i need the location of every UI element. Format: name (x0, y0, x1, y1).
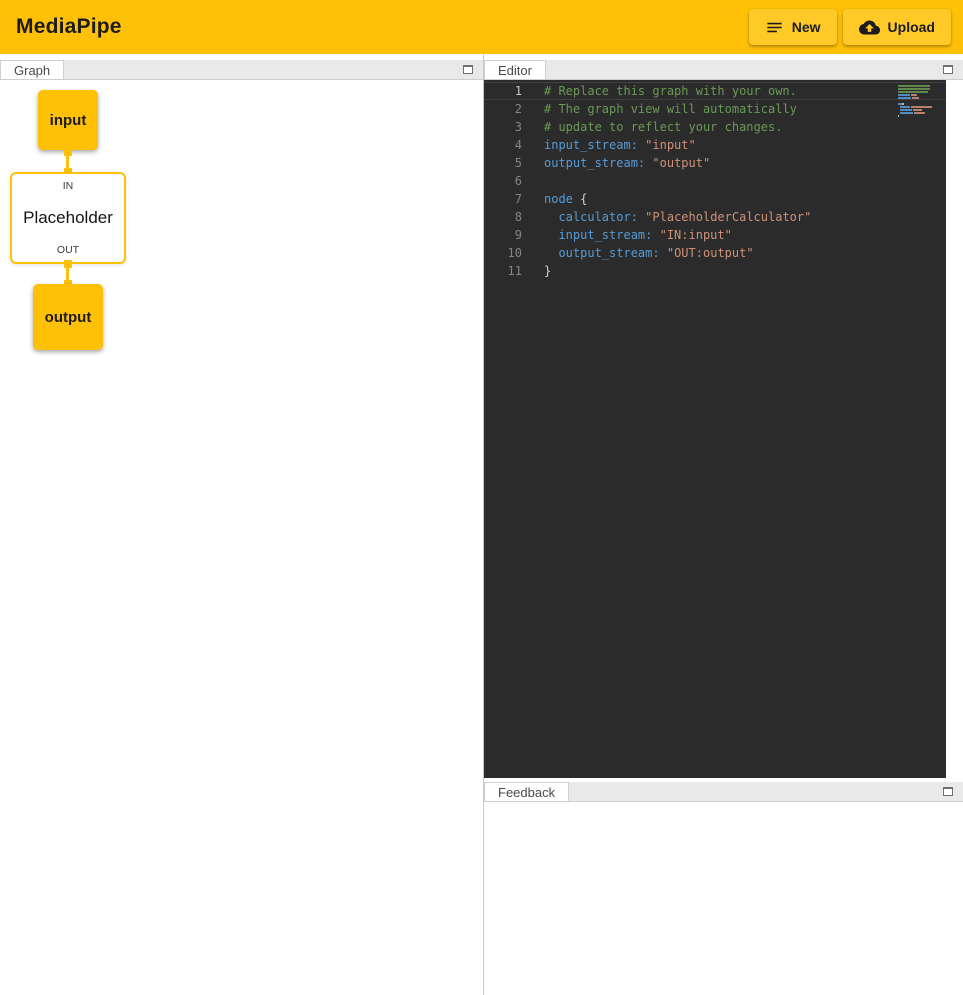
line-number: 7 (484, 190, 522, 208)
code-line[interactable]: 5output_stream: "output" (484, 154, 946, 172)
code-line[interactable]: 4input_stream: "input" (484, 136, 946, 154)
code-text: # update to reflect your changes. (522, 118, 782, 136)
code-text (522, 172, 544, 190)
feedback-panel-tabs: Feedback (484, 782, 963, 802)
line-number: 3 (484, 118, 522, 136)
tab-graph[interactable]: Graph (0, 60, 64, 79)
mediapipe-visualizer-app: MediaPipe New Upload Graph (0, 0, 963, 995)
feedback-expand-button[interactable] (941, 784, 955, 798)
code-text: } (522, 262, 551, 280)
code-text: node { (522, 190, 587, 208)
output-node-label: output (45, 309, 92, 326)
graph-tab-label: Graph (14, 63, 50, 78)
code-lines: 1# Replace this graph with your own.2# T… (484, 82, 946, 280)
line-number: 6 (484, 172, 522, 190)
editor-expand-button[interactable] (941, 62, 955, 76)
line-number: 1 (484, 82, 522, 100)
graph-node-placeholder[interactable]: IN Placeholder OUT (10, 172, 126, 264)
new-button-label: New (792, 19, 821, 35)
code-text: # The graph view will automatically (522, 100, 797, 118)
app-title: MediaPipe (16, 15, 122, 39)
code-line[interactable]: 6 (484, 172, 946, 190)
line-number: 5 (484, 154, 522, 172)
editor-panel: Editor 1# Replace this graph with your o… (484, 60, 963, 778)
line-number: 11 (484, 262, 522, 280)
maximize-icon (463, 65, 473, 74)
code-text: output_stream: "output" (522, 154, 710, 172)
tab-editor[interactable]: Editor (484, 60, 546, 79)
editor-panel-tabs: Editor (484, 60, 963, 80)
input-node-label: input (50, 112, 87, 129)
code-text: input_stream: "IN:input" (522, 226, 732, 244)
graph-canvas[interactable]: input IN Placeholder OUT output (0, 80, 483, 995)
editor-body: 1# Replace this graph with your own.2# T… (484, 80, 963, 778)
maximize-icon (943, 65, 953, 74)
graph-panel-tabs: Graph (0, 60, 483, 80)
code-line[interactable]: 9 input_stream: "IN:input" (484, 226, 946, 244)
editor-minimap[interactable] (898, 85, 938, 118)
line-number: 2 (484, 100, 522, 118)
header-actions: New Upload (749, 9, 951, 45)
upload-button-label: Upload (888, 19, 935, 35)
code-line[interactable]: 7node { (484, 190, 946, 208)
graph-node-input[interactable]: input (38, 90, 98, 150)
right-column: Editor 1# Replace this graph with your o… (484, 54, 963, 995)
graph-node-output[interactable]: output (33, 284, 103, 350)
code-line[interactable]: 11} (484, 262, 946, 280)
new-button[interactable]: New (749, 9, 837, 45)
editor-scrollbar-track[interactable] (946, 80, 963, 778)
code-line[interactable]: 1# Replace this graph with your own. (484, 82, 946, 100)
code-line[interactable]: 3# update to reflect your changes. (484, 118, 946, 136)
placeholder-node-label: Placeholder (23, 208, 113, 228)
graph-panel: Graph input IN Placeholder OUT (0, 54, 484, 995)
code-text: input_stream: "input" (522, 136, 696, 154)
graph-expand-button[interactable] (461, 62, 475, 76)
code-text: output_stream: "OUT:output" (522, 244, 754, 262)
tab-feedback[interactable]: Feedback (484, 782, 569, 801)
code-text: calculator: "PlaceholderCalculator" (522, 208, 811, 226)
feedback-content (484, 802, 963, 995)
main-area: Graph input IN Placeholder OUT (0, 54, 963, 995)
app-header: MediaPipe New Upload (0, 0, 963, 54)
editor-tab-label: Editor (498, 63, 532, 78)
code-line[interactable]: 8 calculator: "PlaceholderCalculator" (484, 208, 946, 226)
placeholder-in-port-label: IN (63, 180, 74, 192)
code-editor[interactable]: 1# Replace this graph with your own.2# T… (484, 80, 946, 778)
feedback-panel: Feedback (484, 782, 963, 995)
line-number: 8 (484, 208, 522, 226)
line-number: 9 (484, 226, 522, 244)
code-line[interactable]: 10 output_stream: "OUT:output" (484, 244, 946, 262)
code-text: # Replace this graph with your own. (522, 82, 797, 100)
code-line[interactable]: 2# The graph view will automatically (484, 100, 946, 118)
upload-button[interactable]: Upload (843, 9, 951, 45)
line-number: 4 (484, 136, 522, 154)
feedback-tab-label: Feedback (498, 785, 555, 800)
maximize-icon (943, 787, 953, 796)
list-icon (765, 18, 784, 37)
cloud-upload-icon (859, 17, 880, 38)
line-number: 10 (484, 244, 522, 262)
placeholder-out-port-label: OUT (57, 244, 79, 256)
